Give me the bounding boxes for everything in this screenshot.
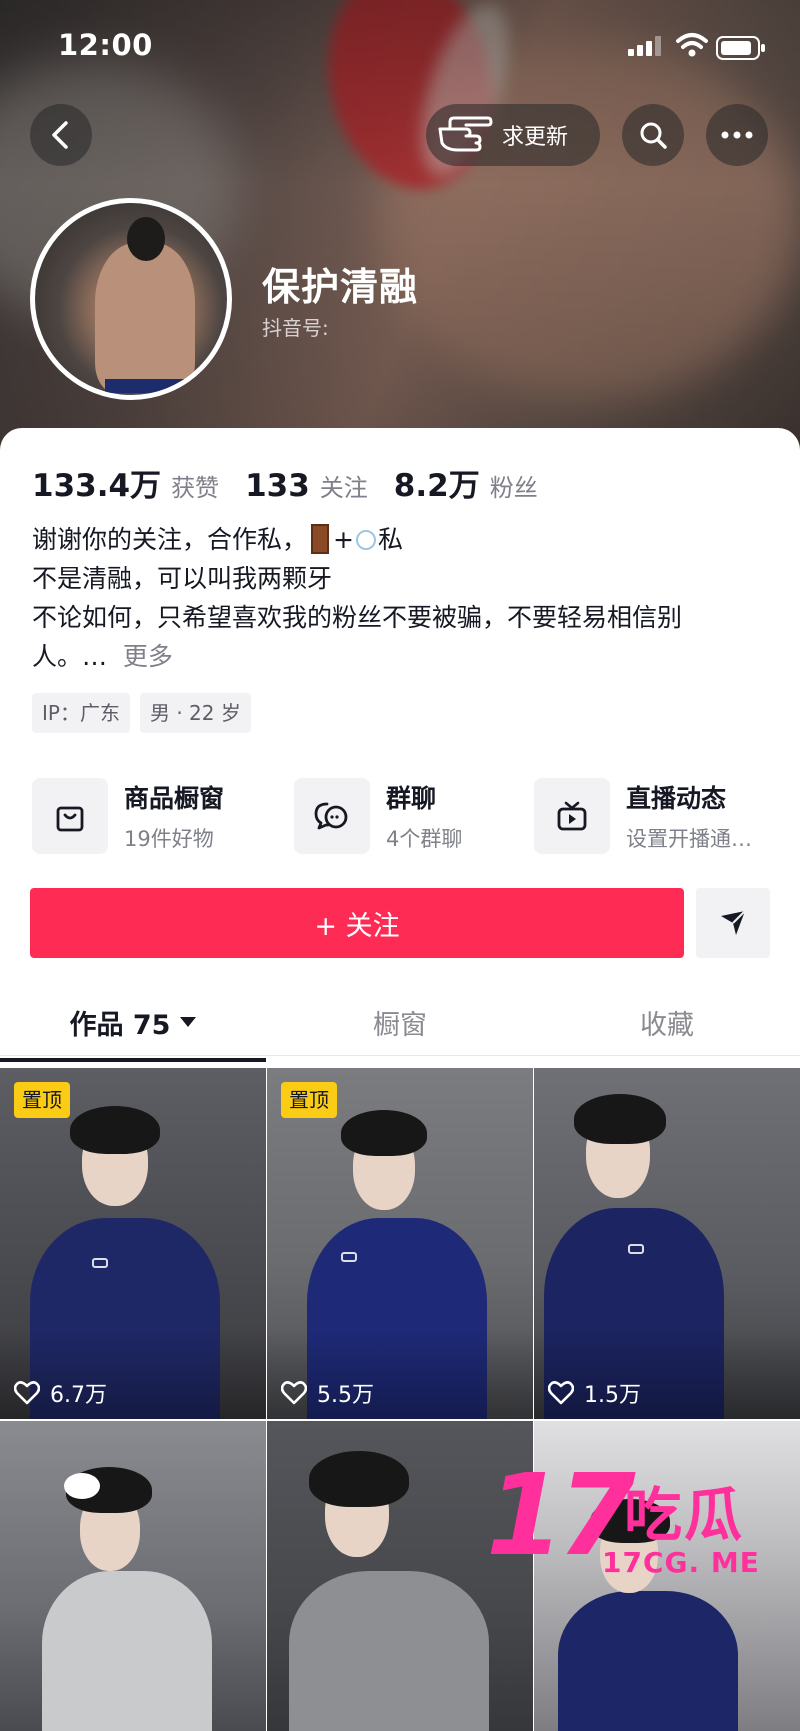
stat-label: 获赞 (171, 474, 220, 502)
feature-subtitle: 4个群聊 (386, 827, 463, 851)
tab-bar: 作品 75 橱窗 收藏 (0, 988, 800, 1056)
tab-label: 收藏 (640, 1009, 694, 1041)
bubbles-emoji-icon (355, 530, 376, 550)
ip-location-tag: IP：广东 (32, 693, 130, 733)
heart-icon (548, 1381, 574, 1405)
follow-button[interactable]: + 关注 (30, 888, 684, 958)
feature-subtitle: 19件好物 (124, 827, 214, 851)
avatar[interactable] (30, 198, 232, 400)
battery-icon (716, 36, 765, 60)
watermark-chars: 吃瓜 (624, 1481, 745, 1549)
stat-value: 133 (245, 468, 310, 504)
status-bar: 12:00 (0, 0, 800, 90)
bio[interactable]: 谢谢你的关注，合作私， + 私 不是清融，可以叫我两颗牙 不论如何，只希望喜欢我的粉… (32, 520, 752, 676)
video-grid: 置顶 6.7万 置顶 5.5万 1.5万 (0, 1068, 800, 1731)
more-dots-icon (721, 131, 753, 139)
active-tab-indicator (0, 1058, 266, 1062)
gender-age-tag: 男 · 22 岁 (139, 693, 251, 733)
pointing-hand-icon (438, 116, 493, 152)
like-count-text: 1.5万 (584, 1383, 641, 1408)
tab-label: 橱窗 (373, 1009, 427, 1041)
request-update-label: 求更新 (502, 125, 569, 150)
tv-icon (534, 778, 610, 854)
signal-icon (628, 36, 661, 56)
search-icon (640, 122, 667, 149)
back-button[interactable] (30, 104, 92, 166)
bio-line: 不论如何，只希望喜欢我的粉丝不要被骗，不要轻易相信别 (32, 603, 683, 632)
heart-icon (281, 1381, 307, 1405)
group-chat-entry[interactable]: 群聊 4个群聊 (294, 776, 462, 856)
like-count: 1.5万 (548, 1377, 641, 1409)
share-button[interactable] (696, 888, 770, 958)
video-thumbnail[interactable] (0, 1421, 266, 1731)
feature-row: 商品橱窗 19件好物 群聊 4个群聊 直播动态 设置开播通… (32, 776, 772, 856)
profile-name: 保护清融 (262, 265, 419, 309)
tab-favorites[interactable]: 收藏 (534, 988, 800, 1056)
bio-text: 谢谢你的关注，合作私， (32, 525, 308, 554)
request-update-button[interactable]: 求更新 (426, 104, 600, 166)
stat-likes[interactable]: 133.4万 获赞 (32, 460, 219, 505)
bio-line: 人。… 更多 (32, 637, 752, 676)
sticker-icon (64, 1473, 100, 1499)
like-count: 5.5万 (281, 1377, 374, 1409)
stat-following[interactable]: 133 关注 (245, 468, 368, 504)
stat-label: 粉丝 (489, 474, 538, 502)
douyin-id-label[interactable]: 抖音号: (262, 312, 329, 341)
chat-bubble-icon (294, 778, 370, 854)
feature-title: 商品橱窗 (124, 784, 225, 813)
stat-value: 133.4万 (32, 468, 162, 504)
video-thumbnail[interactable]: 置顶 6.7万 (0, 1068, 266, 1419)
stats-row: 133.4万 获赞 133 关注 8.2万 粉丝 (32, 460, 564, 505)
send-arrow-icon (721, 910, 746, 935)
shop-window-entry[interactable]: 商品橱窗 19件好物 (32, 776, 224, 856)
bio-text: + (333, 525, 354, 554)
feature-title: 直播动态 (626, 784, 727, 813)
door-emoji-icon (311, 524, 330, 554)
pinned-badge: 置顶 (14, 1082, 70, 1118)
video-thumbnail[interactable]: 1.5万 (534, 1068, 800, 1419)
like-count: 6.7万 (14, 1377, 107, 1409)
feature-subtitle: 设置开播通… (626, 827, 752, 851)
bio-text: 人。… (32, 642, 108, 671)
more-button[interactable] (706, 104, 768, 166)
like-count-text: 6.7万 (50, 1383, 107, 1408)
search-button[interactable] (622, 104, 684, 166)
shopping-bag-icon (32, 778, 108, 854)
feature-title: 群聊 (386, 784, 437, 813)
stat-followers[interactable]: 8.2万 粉丝 (394, 460, 538, 505)
tab-works[interactable]: 作品 75 (0, 988, 266, 1056)
stat-label: 关注 (319, 474, 368, 502)
wifi-icon (676, 33, 708, 57)
video-thumbnail[interactable]: 置顶 5.5万 (267, 1068, 533, 1419)
status-time: 12:00 (58, 28, 153, 62)
tab-showcase[interactable]: 橱窗 (266, 988, 534, 1056)
chevron-left-icon (52, 121, 68, 149)
live-updates-entry[interactable]: 直播动态 设置开播通… (534, 776, 752, 856)
stat-value: 8.2万 (393, 468, 480, 504)
tag-row: IP：广东 男 · 22 岁 (32, 693, 261, 733)
caret-down-icon (180, 1017, 197, 1027)
bio-line: 不是清融，可以叫我两颗牙 (32, 564, 333, 593)
bio-more-link[interactable]: 更多 (123, 642, 173, 671)
bio-text: 私 (377, 525, 403, 554)
pinned-badge: 置顶 (281, 1082, 337, 1118)
tab-label: 作品 75 (69, 1009, 171, 1041)
bio-line: 谢谢你的关注，合作私， + 私 (32, 520, 752, 559)
watermark-logo: 17 吃瓜 17CG. ME (486, 1460, 786, 1580)
heart-icon (14, 1381, 40, 1405)
like-count-text: 5.5万 (317, 1383, 374, 1408)
watermark-url: 17CG. ME (602, 1546, 760, 1579)
